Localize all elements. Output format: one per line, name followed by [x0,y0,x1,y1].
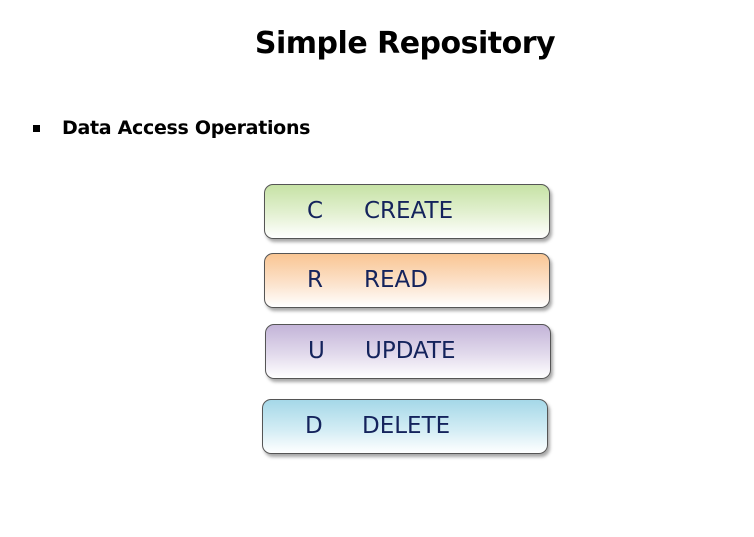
operation-letter: D [305,413,323,439]
bullet-text: Data Access Operations [62,117,311,139]
read-operation-box: R READ [264,253,550,308]
create-operation-box: C CREATE [264,184,550,239]
operation-word: UPDATE [365,338,456,364]
bullet-item: Data Access Operations [33,117,310,139]
update-operation-box: U UPDATE [265,324,551,379]
delete-operation-box: D DELETE [262,399,548,454]
slide-title: Simple Repository [254,26,556,61]
operation-letter: R [307,267,323,293]
operation-word: CREATE [364,198,454,224]
operation-word: DELETE [362,413,451,439]
operation-word: READ [364,267,428,293]
operation-letter: U [308,338,325,364]
square-bullet-icon [33,124,40,132]
operation-letter: C [307,198,324,224]
